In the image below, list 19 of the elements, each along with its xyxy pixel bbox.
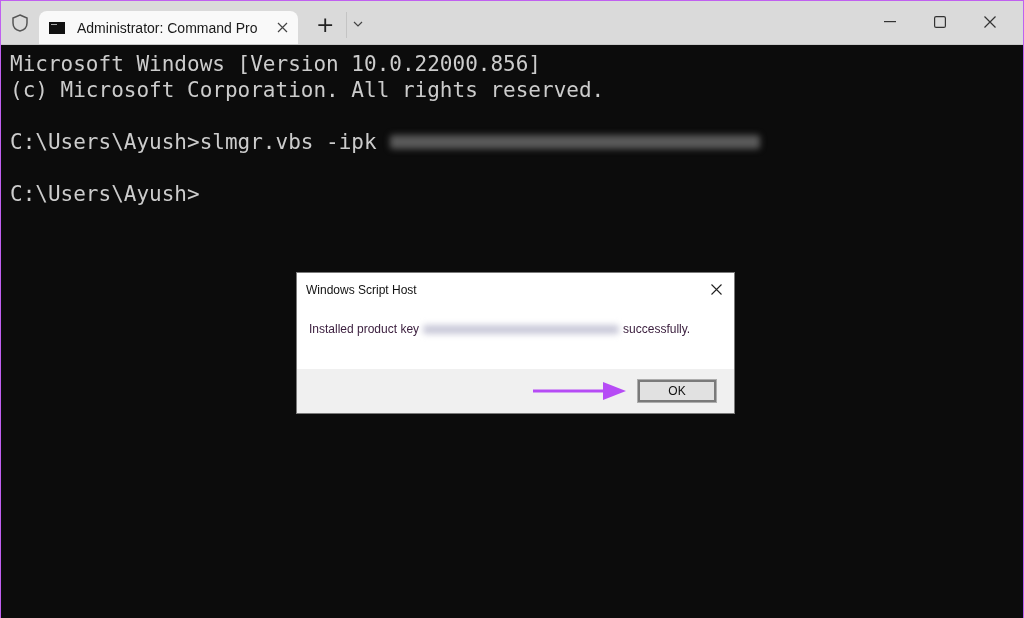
close-button[interactable] xyxy=(709,282,724,297)
arrow-icon xyxy=(533,380,627,402)
chevron-down-icon[interactable] xyxy=(353,21,364,27)
maximize-icon xyxy=(934,16,946,28)
terminal-icon xyxy=(49,21,65,34)
terminal-line: C:\Users\Ayush>slmgr.vbs -ipk xyxy=(10,129,377,155)
dialog-title: Windows Script Host xyxy=(306,282,417,297)
ok-button[interactable]: OK xyxy=(637,379,717,403)
terminal-line: C:\Users\Ayush> xyxy=(10,181,200,207)
close-icon[interactable] xyxy=(277,22,288,33)
close-icon xyxy=(984,16,996,28)
message-text: Installed product key xyxy=(309,322,420,336)
shield-icon xyxy=(10,13,30,33)
terminal-tab[interactable]: Administrator: Command Pro xyxy=(39,11,298,44)
terminal-line: (c) Microsoft Corporation. All rights reserved. xyxy=(10,77,605,103)
message-text: successfully. xyxy=(623,322,691,336)
minimize-icon xyxy=(884,21,896,23)
terminal-line: Microsoft Windows [Version 10.0.22000.856] xyxy=(10,51,541,77)
new-tab-button[interactable]: + xyxy=(310,13,341,37)
